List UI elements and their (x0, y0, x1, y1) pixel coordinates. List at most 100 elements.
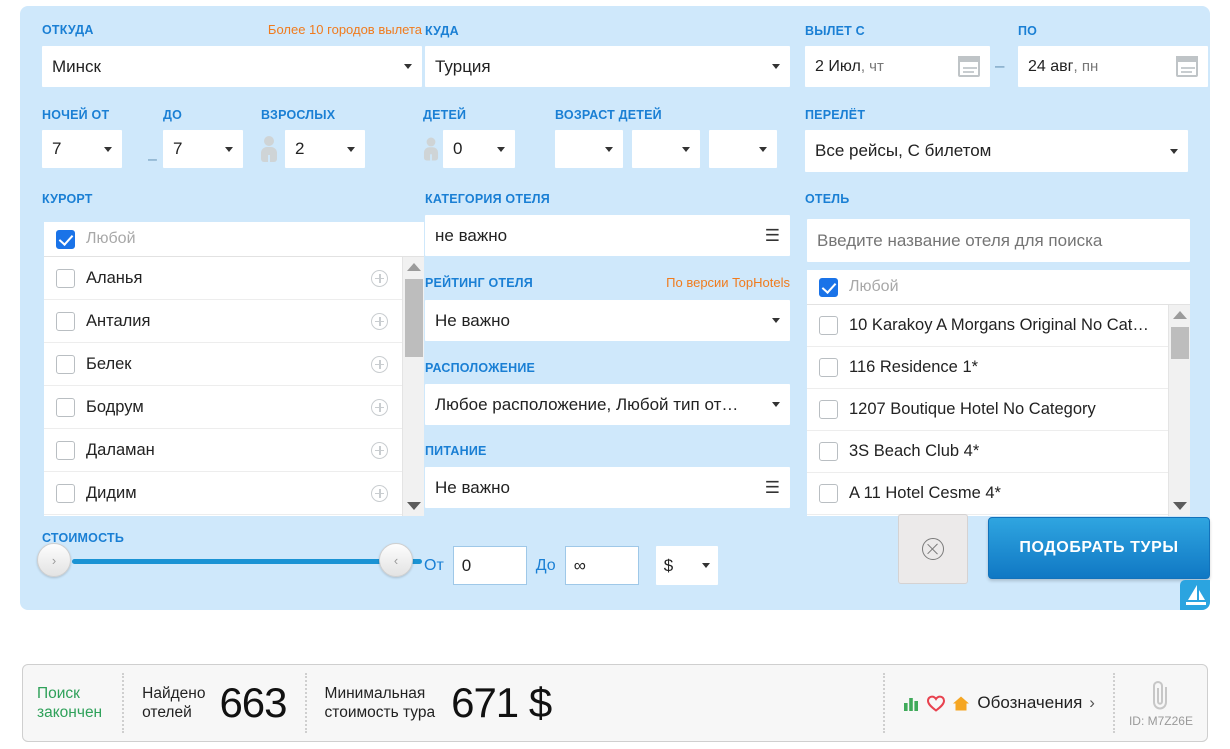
close-circle-icon (922, 538, 944, 560)
resort-list-item[interactable]: Анталия (44, 300, 424, 343)
found-count: 663 (219, 679, 287, 726)
children-select[interactable]: 0 (443, 130, 515, 168)
adults-select[interactable]: 2 (285, 130, 365, 168)
resort-label: КУРОРТ (42, 192, 93, 206)
scrollbar-thumb[interactable] (1171, 327, 1189, 359)
hotel-search-field[interactable] (807, 219, 1190, 262)
scroll-down-arrow-icon[interactable] (406, 502, 421, 510)
resort-list-item[interactable]: Даламан (44, 429, 424, 472)
plus-icon[interactable] (371, 398, 388, 416)
to-select[interactable]: Турция (425, 46, 790, 87)
resort-name: Анталия (86, 311, 151, 330)
from-select[interactable]: Минск (42, 46, 422, 87)
currency-select[interactable]: $ (655, 546, 718, 585)
resort-any-row[interactable]: Любой (44, 222, 424, 257)
from-cities-note[interactable]: Более 10 городов вылета (268, 22, 422, 37)
hotel-checkbox[interactable] (819, 316, 838, 335)
hotel-list-item[interactable]: 10 Karakoy A Morgans Original No Cat… (807, 305, 1190, 347)
meals-select[interactable]: Не важно ☰ (425, 467, 790, 508)
hotel-checkbox[interactable] (819, 400, 838, 419)
child-age-select-3[interactable] (709, 130, 777, 168)
resort-list-item[interactable]: Аланья (44, 257, 424, 300)
heart-icon (927, 695, 946, 712)
hotel-checkbox[interactable] (819, 358, 838, 377)
hotel-any-checkbox[interactable] (819, 277, 838, 297)
plus-icon[interactable] (371, 269, 388, 287)
date-range-dash: – (995, 56, 1005, 75)
hotel-category-label: КАТЕГОРИЯ ОТЕЛЯ (425, 192, 550, 206)
location-select[interactable]: Любое расположение, Любой тип от… (425, 384, 790, 425)
nights-from-select[interactable]: 7 (42, 130, 122, 168)
child-person-icon (423, 137, 439, 161)
depart-to-date-field[interactable]: 24 авг, пн (1018, 46, 1208, 87)
flight-select[interactable]: Все рейсы, С билетом (805, 130, 1188, 172)
resort-name: Бодрум (86, 397, 144, 416)
reset-button[interactable] (898, 514, 968, 584)
chevron-down-icon (404, 64, 412, 69)
hotel-category-select[interactable]: не важно ☰ (425, 215, 790, 256)
nights-from-value: 7 (52, 139, 62, 158)
resort-checkbox[interactable] (56, 354, 75, 374)
adults-value: 2 (295, 139, 305, 158)
hotel-rating-label: РЕЙТИНГ ОТЕЛЯ (425, 276, 533, 290)
resort-listbox: Любой Аланья Анталия Белек Бодрум Далама… (44, 222, 424, 516)
depart-to-weekday: , пн (1073, 57, 1099, 75)
resort-any-checkbox[interactable] (56, 229, 75, 249)
plus-icon[interactable] (371, 355, 388, 373)
resort-checkbox[interactable] (56, 397, 75, 417)
resort-list-item[interactable]: Белек (44, 343, 424, 386)
search-state-line2: закончен (37, 704, 103, 721)
tophotels-note[interactable]: По версии TopHotels (666, 275, 790, 290)
resort-checkbox[interactable] (56, 483, 75, 503)
meals-value: Не важно (435, 477, 510, 497)
resort-group: КУРОРТ (42, 190, 93, 210)
plus-icon[interactable] (371, 441, 388, 459)
hotel-name: 116 Residence 1* (849, 358, 979, 376)
nights-to-select[interactable]: 7 (163, 130, 243, 168)
price-to-input[interactable]: ∞ (564, 546, 639, 585)
scrollbar-thumb[interactable] (405, 279, 423, 357)
depart-from-date-field[interactable]: 2 Июл, чт (805, 46, 990, 87)
depart-from-date[interactable]: 2 Июл (815, 57, 861, 76)
resort-list-item[interactable]: Бодрум (44, 386, 424, 429)
chevron-down-icon (772, 402, 780, 407)
child-age-select-2[interactable] (632, 130, 700, 168)
hotel-list-item[interactable]: 116 Residence 1* (807, 347, 1190, 389)
hotel-checkbox[interactable] (819, 484, 838, 503)
chevron-down-icon (701, 563, 710, 568)
scroll-down-arrow-icon[interactable] (1172, 502, 1187, 510)
resort-list-item[interactable]: Дидим (44, 472, 424, 515)
price-slider-track[interactable] (72, 559, 422, 564)
nights-to-value: 7 (173, 139, 183, 158)
calendar-icon[interactable] (958, 56, 980, 77)
resort-checkbox[interactable] (56, 440, 75, 460)
hotel-search-input[interactable] (817, 230, 1180, 251)
resort-checkbox[interactable] (56, 311, 75, 331)
resort-list-scrollbar[interactable] (402, 257, 424, 516)
price-from-input[interactable]: 0 (452, 546, 527, 585)
hotel-list-item[interactable]: 1207 Boutique Hotel No Category (807, 389, 1190, 431)
hotel-list-item[interactable]: A 11 Hotel Cesme 4* (807, 473, 1190, 515)
calendar-icon[interactable] (1176, 56, 1198, 77)
price-slider-max-handle[interactable]: ‹ (379, 543, 413, 577)
plus-icon[interactable] (371, 484, 388, 502)
child-age-select-1[interactable] (555, 130, 623, 168)
min-price-value: 671 $ (451, 679, 552, 726)
resort-checkbox[interactable] (56, 268, 75, 288)
children-value: 0 (453, 139, 463, 158)
legend-link[interactable]: Обозначения › (885, 665, 1113, 741)
status-bar: Поиск закончен Найдено отелей 663 Минима… (22, 664, 1208, 742)
scroll-up-arrow-icon[interactable] (406, 263, 421, 271)
depart-to-date[interactable]: 24 авг (1028, 57, 1074, 76)
scroll-up-arrow-icon[interactable] (1172, 311, 1187, 319)
hotel-any-row[interactable]: Любой (807, 270, 1190, 305)
attachment-id[interactable]: ID: M7Z26E (1115, 665, 1207, 741)
hotel-checkbox[interactable] (819, 442, 838, 461)
plus-icon[interactable] (371, 312, 388, 330)
price-inputs: От 0 До ∞ $ (424, 546, 718, 585)
hotel-rating-select[interactable]: Не важно (425, 300, 790, 341)
hotel-list-item[interactable]: 3S Beach Club 4* (807, 431, 1190, 473)
price-slider-min-handle[interactable]: › (37, 543, 71, 577)
search-button[interactable]: ПОДОБРАТЬ ТУРЫ (988, 517, 1210, 579)
hotel-list-scrollbar[interactable] (1168, 305, 1190, 516)
